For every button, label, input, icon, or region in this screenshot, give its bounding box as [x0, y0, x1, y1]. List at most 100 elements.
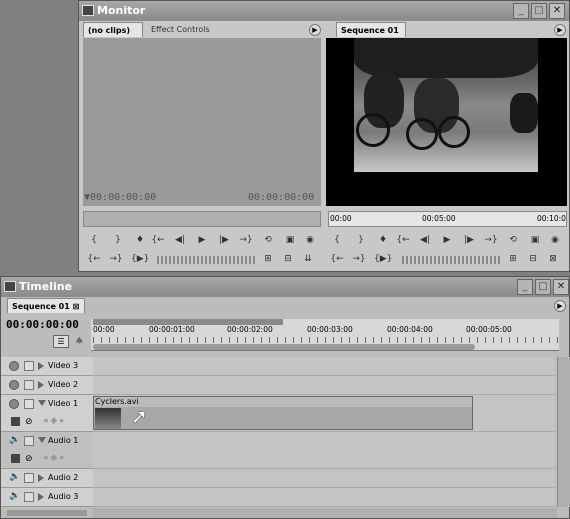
jog-shuttle[interactable] [402, 256, 502, 264]
safe-margins-icon[interactable]: ▣ [283, 234, 297, 246]
output-icon[interactable]: ◉ [303, 234, 317, 246]
mark-in-icon[interactable]: { [330, 234, 344, 246]
lift-icon[interactable]: ⊞ [506, 253, 520, 265]
tab-sequence[interactable]: Sequence 01 ⊠ [7, 298, 85, 313]
vertical-scrollbar[interactable] [557, 357, 570, 507]
step-forward-icon[interactable]: |▶ [217, 234, 231, 246]
timeline-ruler[interactable]: 00:00 00:00:01:00 00:00:02:00 00:00:03:0… [91, 319, 559, 351]
track-audio1[interactable] [93, 432, 555, 469]
program-ruler[interactable]: 00:00 00:05:00 00:10:0 [328, 211, 567, 227]
source-scrubber[interactable] [83, 211, 321, 227]
goto-in-icon[interactable]: {← [151, 234, 165, 246]
close-icon[interactable]: ✕ [549, 3, 565, 19]
track-header-audio1[interactable]: 🔈 Audio 1 ⊘ ◂ ◆ ▸ [1, 432, 93, 469]
track-video2[interactable] [93, 376, 555, 395]
trim-icon[interactable]: ⊠ [546, 253, 560, 265]
maximize-icon[interactable]: □ [535, 279, 551, 295]
play-in-out-icon[interactable]: {▶} [131, 253, 149, 265]
marker-icon[interactable]: ♦ [133, 234, 147, 246]
speaker-icon[interactable]: 🔈 [9, 491, 20, 501]
output-icon[interactable]: ◉ [548, 234, 562, 246]
goto-next-icon[interactable]: →} [109, 253, 123, 265]
clip[interactable]: Cyclers.avi [93, 396, 473, 430]
display-style-icon[interactable] [11, 454, 20, 463]
keyframe-icon[interactable]: ⊘ [25, 417, 33, 427]
marker-icon[interactable]: ♦ [376, 234, 390, 246]
track-header-audio2[interactable]: 🔈 Audio 2 [1, 469, 93, 488]
goto-out-icon[interactable]: →} [484, 234, 498, 246]
extract-icon[interactable]: ⊟ [526, 253, 540, 265]
step-forward-icon[interactable]: |▶ [462, 234, 476, 246]
overlay-icon[interactable]: ⊟ [281, 253, 295, 265]
export-frame-icon[interactable]: ⇊ [301, 253, 315, 265]
goto-prev-icon[interactable]: {← [330, 253, 344, 265]
track-header-video1[interactable]: Video 1 ⊘ ◂ ◆ ▸ [1, 395, 93, 432]
eye-icon[interactable] [9, 399, 19, 409]
mark-in-icon[interactable]: { [87, 234, 101, 246]
mark-out-icon[interactable]: } [354, 234, 368, 246]
collapse-icon[interactable] [38, 437, 46, 443]
speaker-icon[interactable]: 🔈 [9, 472, 20, 482]
track-header-audio3[interactable]: 🔈 Audio 3 [1, 488, 93, 507]
step-back-icon[interactable]: ◀| [418, 234, 432, 246]
goto-next-icon[interactable]: →} [352, 253, 366, 265]
minimize-icon[interactable]: _ [517, 279, 533, 295]
snap-icon[interactable]: ☰ [53, 335, 69, 348]
loop-icon[interactable]: ⟲ [506, 234, 520, 246]
track-audio3[interactable] [93, 488, 555, 507]
track-video3[interactable] [93, 357, 555, 376]
marker-icon[interactable]: ♠ [75, 336, 84, 347]
track-header-video3[interactable]: Video 3 [1, 357, 93, 376]
goto-out-icon[interactable]: →} [239, 234, 253, 246]
expand-icon[interactable] [38, 493, 44, 501]
lock-icon[interactable] [24, 399, 34, 409]
tab-source[interactable]: (no clips) [83, 22, 143, 37]
tab-effect-controls[interactable]: Effect Controls [147, 22, 214, 37]
lock-icon[interactable] [24, 380, 34, 390]
keyframe-icon[interactable]: ⊘ [25, 454, 33, 464]
close-icon[interactable]: ⊠ [73, 302, 80, 311]
minimize-icon[interactable]: _ [513, 3, 529, 19]
timeline-menu-icon[interactable]: ▶ [554, 300, 566, 312]
expand-icon[interactable] [38, 381, 44, 389]
lock-icon[interactable] [24, 436, 34, 446]
viewing-area-bar[interactable] [93, 344, 475, 350]
track-audio2[interactable] [93, 469, 555, 488]
timeline-timecode[interactable]: 00:00:00:00 [6, 318, 79, 331]
zoom-select[interactable]: 100% ▼ [432, 193, 464, 202]
keyframe-nav-icon[interactable]: ◂ ◆ ▸ [43, 453, 65, 463]
zoom-slider[interactable] [7, 510, 87, 516]
step-back-icon[interactable]: ◀| [173, 234, 187, 246]
safe-margins-icon[interactable]: ▣ [528, 234, 542, 246]
close-icon[interactable]: ✕ [553, 279, 569, 295]
horizontal-scrollbar[interactable] [93, 508, 557, 518]
expand-icon[interactable] [38, 362, 44, 370]
source-timecode-in[interactable]: ▼00:00:00:00 [84, 192, 156, 203]
play-in-out-icon[interactable]: {▶} [374, 253, 392, 265]
expand-icon[interactable] [38, 474, 44, 482]
goto-in-icon[interactable]: {← [396, 234, 410, 246]
lock-icon[interactable] [24, 473, 34, 483]
play-icon[interactable]: ▶ [440, 234, 454, 246]
program-menu-icon[interactable]: ▶ [554, 24, 566, 36]
tab-program[interactable]: Sequence 01 ⊠ [336, 22, 406, 50]
timeline-titlebar[interactable]: Timeline [1, 277, 569, 297]
mark-out-icon[interactable]: } [111, 234, 125, 246]
maximize-icon[interactable]: □ [531, 3, 547, 19]
goto-prev-icon[interactable]: {← [87, 253, 101, 265]
source-menu-icon[interactable]: ▶ [309, 24, 321, 36]
jog-shuttle[interactable] [157, 256, 257, 264]
lock-icon[interactable] [24, 492, 34, 502]
program-timecode[interactable]: ▼00:00:00:00 [326, 192, 398, 203]
speaker-icon[interactable]: 🔈 [9, 435, 20, 445]
play-icon[interactable]: ▶ [195, 234, 209, 246]
monitor-titlebar[interactable]: Monitor [79, 1, 569, 21]
insert-icon[interactable]: ⊞ [261, 253, 275, 265]
loop-icon[interactable]: ⟲ [261, 234, 275, 246]
display-style-icon[interactable] [11, 417, 20, 426]
eye-icon[interactable] [9, 380, 19, 390]
lock-icon[interactable] [24, 361, 34, 371]
keyframe-nav-icon[interactable]: ◂ ◆ ▸ [43, 416, 65, 426]
eye-icon[interactable] [9, 361, 19, 371]
track-header-video2[interactable]: Video 2 [1, 376, 93, 395]
